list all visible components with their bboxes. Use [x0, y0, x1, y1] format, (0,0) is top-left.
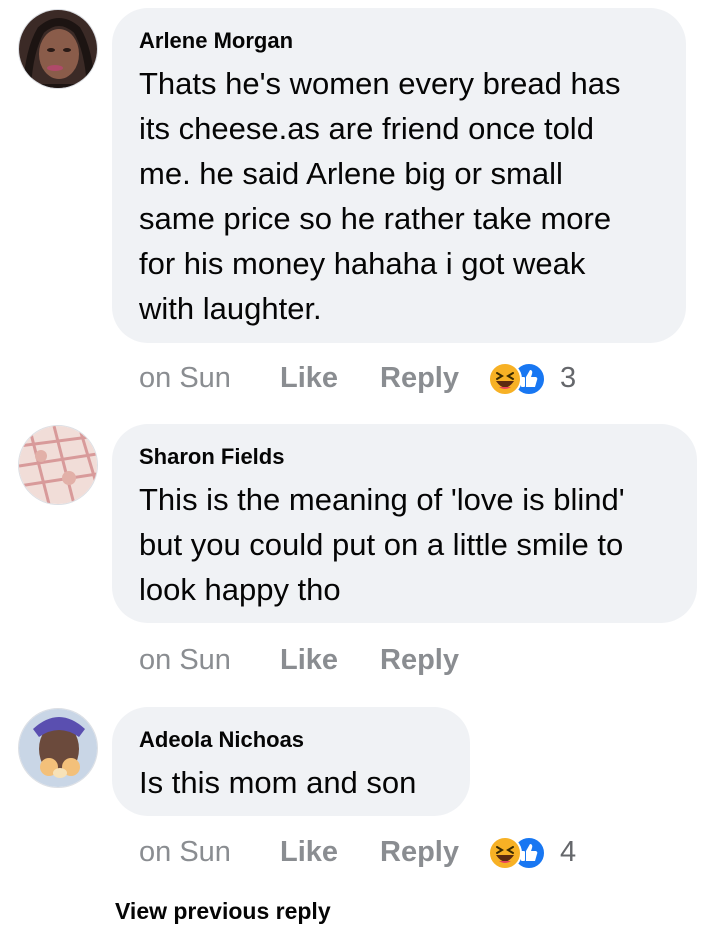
comment-actions: on Sun Like Reply [139, 640, 488, 680]
avatar[interactable] [18, 708, 98, 788]
view-previous-reply-link[interactable]: View previous reply [115, 898, 331, 925]
avatar-photo [19, 709, 97, 787]
like-button[interactable]: Like [280, 362, 380, 395]
comment-bubble: Arlene Morgan Thats he's women every bre… [112, 8, 686, 343]
reaction-icons [488, 834, 550, 870]
comment-bubble: Adeola Nichoas Is this mom and son [112, 707, 470, 816]
comment-text: Is this mom and son [139, 765, 417, 800]
avatar-photo [19, 10, 97, 88]
comment-bubble: Sharon Fields This is the meaning of 'lo… [112, 424, 697, 623]
comment-author[interactable]: Adeola Nichoas [139, 727, 444, 753]
avatar[interactable] [18, 9, 98, 89]
reactions-summary[interactable]: 3 [488, 360, 576, 396]
reactions-summary[interactable]: 4 [488, 834, 576, 870]
avatar[interactable] [18, 425, 98, 505]
comment-author[interactable]: Arlene Morgan [139, 28, 660, 54]
reply-button[interactable]: Reply [380, 836, 488, 869]
comment-timestamp[interactable]: on Sun [139, 644, 280, 677]
like-button[interactable]: Like [280, 836, 380, 869]
comment-timestamp[interactable]: on Sun [139, 362, 280, 395]
reaction-count: 4 [560, 835, 577, 868]
like-button[interactable]: Like [280, 644, 380, 677]
comment-author[interactable]: Sharon Fields [139, 444, 671, 470]
comment-actions: on Sun Like Reply 3 [139, 358, 576, 398]
comment-actions: on Sun Like Reply 4 [139, 832, 576, 872]
haha-icon [488, 362, 522, 396]
reaction-icons [488, 360, 550, 396]
comment-timestamp[interactable]: on Sun [139, 836, 280, 869]
haha-icon [488, 836, 522, 870]
avatar-photo [19, 426, 97, 504]
comment-text: Thats he's women every bread has its che… [139, 66, 621, 326]
reply-button[interactable]: Reply [380, 644, 488, 677]
reaction-count: 3 [560, 361, 577, 394]
reply-button[interactable]: Reply [380, 362, 488, 395]
comment-text: This is the meaning of 'love is blind' b… [139, 482, 625, 607]
